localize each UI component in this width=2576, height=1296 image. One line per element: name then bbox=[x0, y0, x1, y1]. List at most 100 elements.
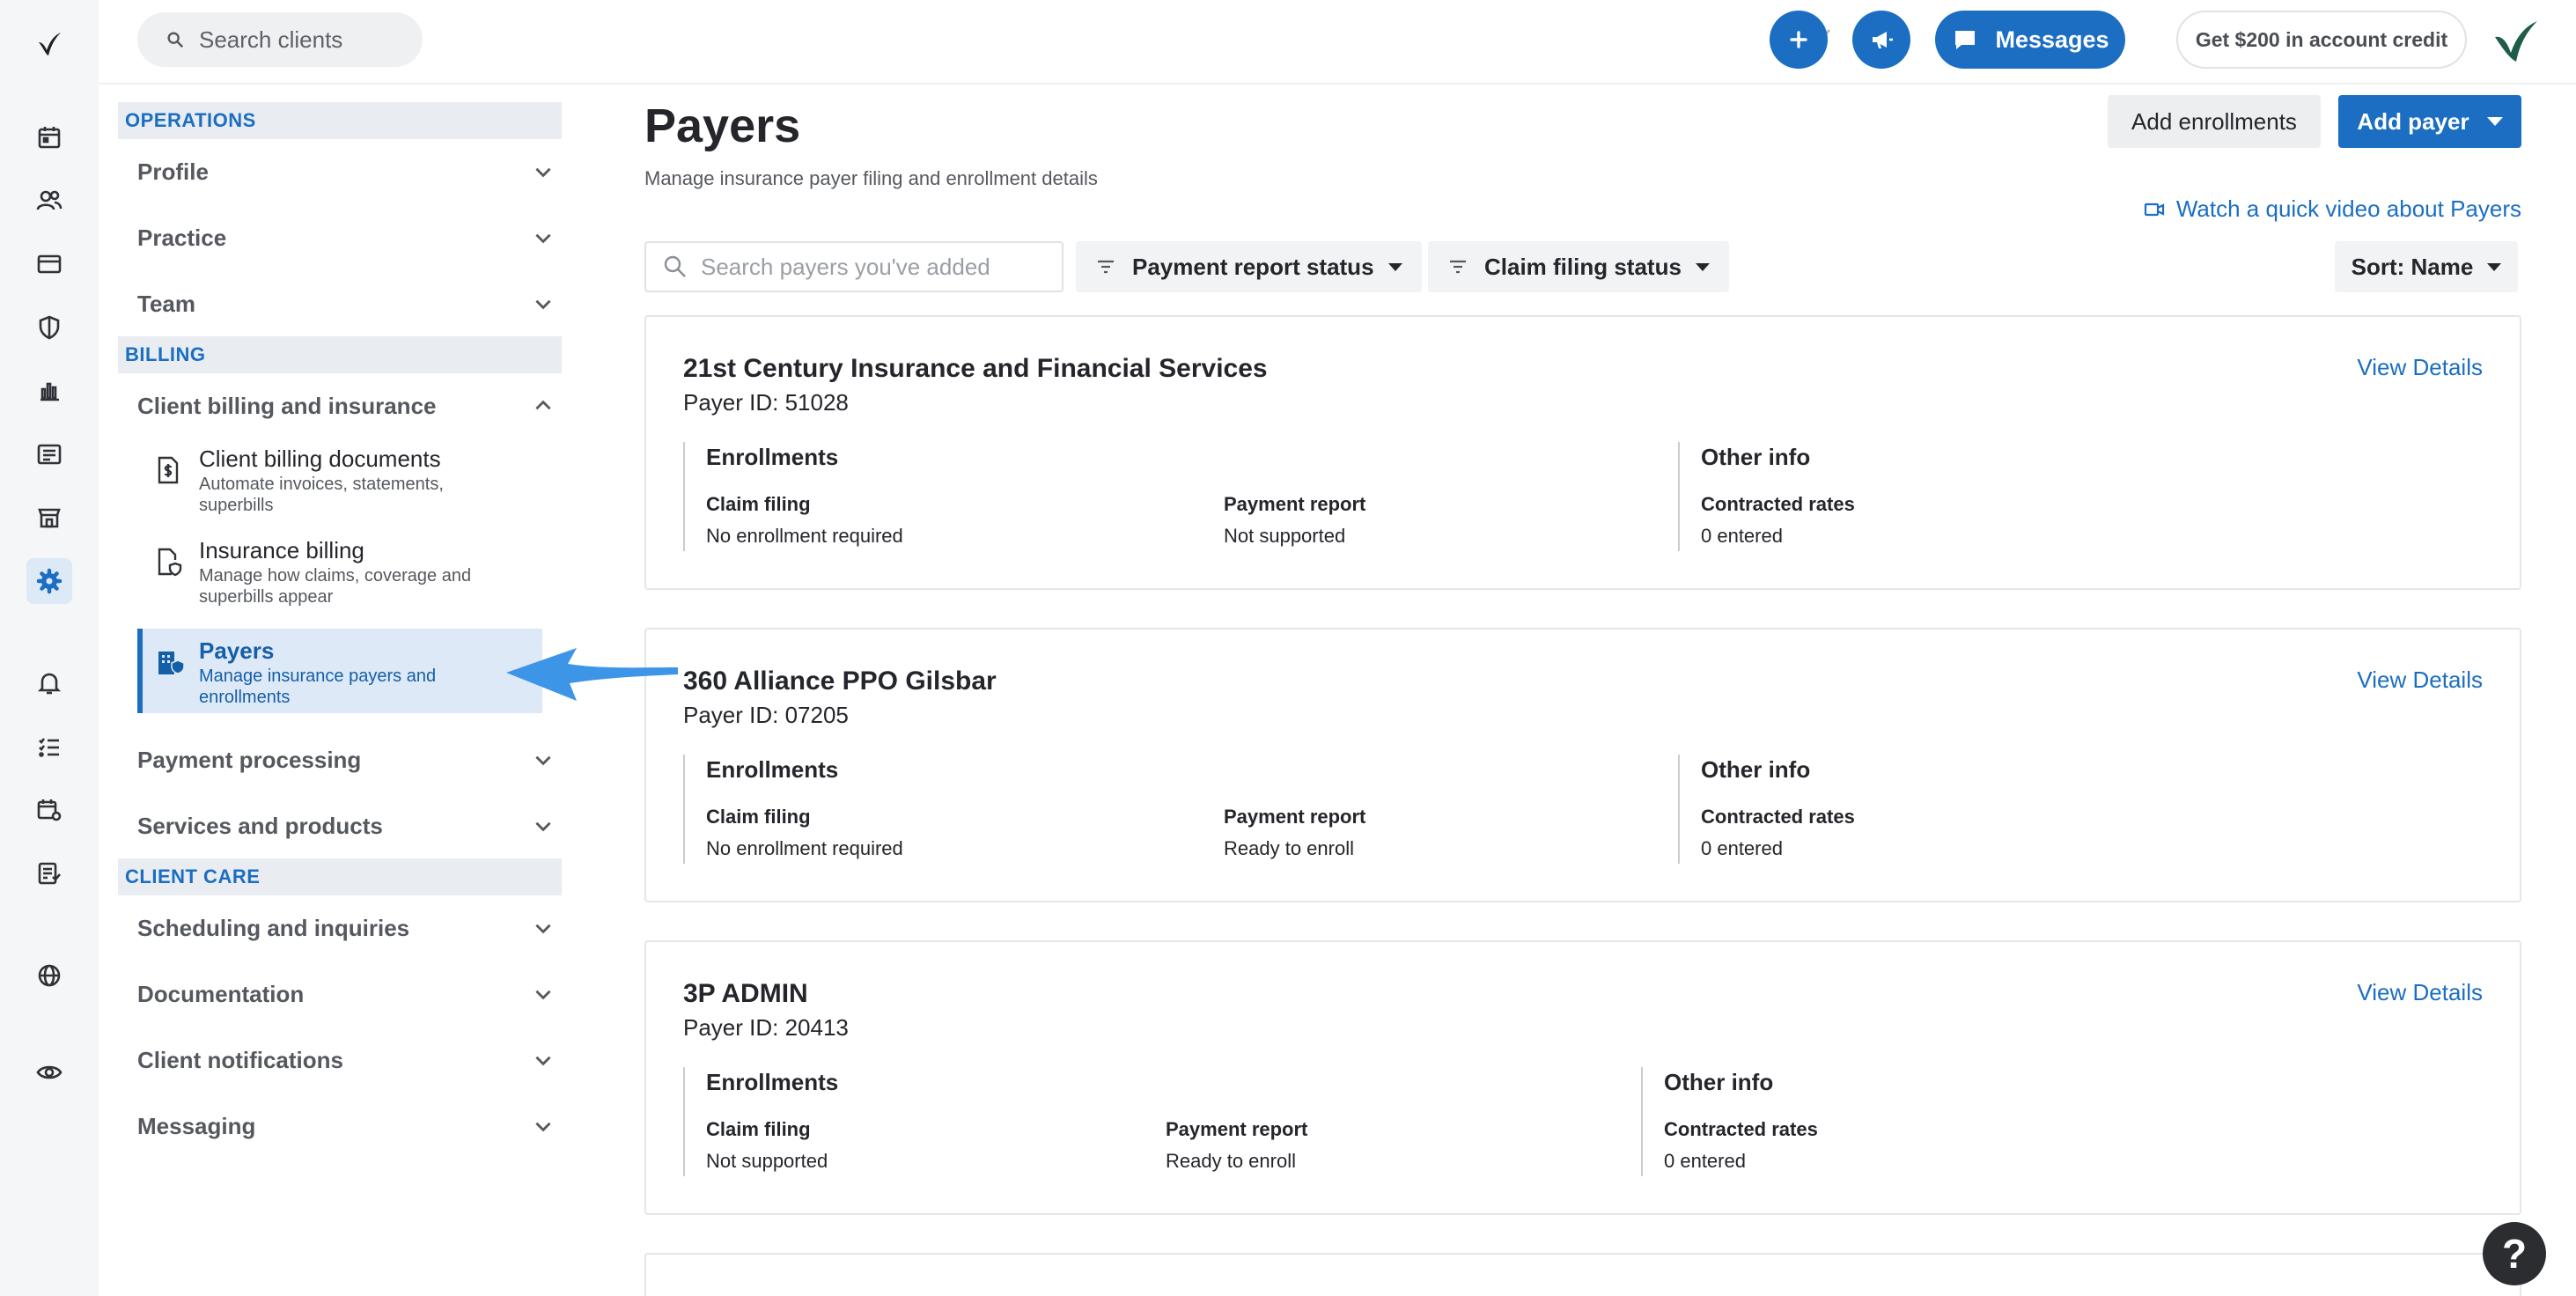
chevron-down-icon bbox=[535, 1122, 551, 1132]
filter-icon bbox=[1450, 260, 1466, 274]
enrollments-section: Enrollments Claim filing No enrollment r… bbox=[683, 755, 1669, 864]
payer-id: Payer ID: 07205 bbox=[683, 702, 849, 728]
announcements-button[interactable] bbox=[1852, 11, 1910, 69]
add-enrollments-button[interactable]: Add enrollments bbox=[2108, 95, 2321, 148]
filter-label: Claim filing status bbox=[1484, 253, 1682, 280]
documents-list-icon[interactable] bbox=[26, 431, 72, 477]
sidebar-item-client-notifications[interactable]: Client notifications bbox=[137, 1036, 555, 1084]
calendar-icon[interactable] bbox=[26, 114, 72, 160]
caret-down-icon bbox=[2486, 117, 2503, 126]
payer-card: 21st Century Insurance and Financial Ser… bbox=[644, 315, 2521, 590]
chat-bubble-icon bbox=[1955, 31, 1976, 49]
clients-icon[interactable] bbox=[26, 178, 72, 224]
messages-button[interactable]: Messages bbox=[1935, 11, 2125, 69]
contracted-rates-value: 0 entered bbox=[1664, 1150, 1746, 1172]
sidebar-item-team[interactable]: Team bbox=[137, 280, 555, 328]
eye-icon[interactable] bbox=[26, 1049, 72, 1095]
billing-card-icon[interactable] bbox=[26, 241, 72, 287]
payment-report-label: Payment report bbox=[1166, 1118, 1308, 1140]
shield-document-icon bbox=[158, 548, 182, 577]
other-info-section: Other info Contracted rates 0 entered bbox=[1641, 1067, 1818, 1176]
sidebar-item-messaging[interactable]: Messaging bbox=[137, 1102, 555, 1150]
marketplace-icon[interactable] bbox=[26, 495, 72, 541]
notifications-bell-icon[interactable] bbox=[26, 660, 72, 706]
payment-report-value: Ready to enroll bbox=[1224, 837, 1354, 859]
sort-dropdown[interactable]: Sort: Name bbox=[2335, 241, 2518, 292]
payer-id: Payer ID: 51028 bbox=[683, 389, 849, 416]
chevron-down-icon bbox=[535, 755, 551, 766]
enrollments-section: Enrollments Claim filing No enrollment r… bbox=[683, 442, 1669, 551]
practice-logo-icon[interactable] bbox=[2490, 16, 2541, 67]
claim-filing-label: Claim filing bbox=[706, 493, 811, 515]
insurance-shield-icon[interactable] bbox=[26, 305, 72, 350]
help-button[interactable]: ? bbox=[2483, 1222, 2546, 1285]
enrollments-section: Enrollments Claim filing Not supported P… bbox=[683, 1067, 1632, 1176]
other-info-title: Other info bbox=[1701, 756, 1811, 783]
claim-filing-value: No enrollment required bbox=[706, 525, 903, 547]
sidebar-item-scheduling-inquiries[interactable]: Scheduling and inquiries bbox=[137, 904, 555, 952]
client-search-placeholder: Search clients bbox=[199, 26, 343, 53]
chevron-down-icon bbox=[535, 924, 551, 934]
payment-report-value: Ready to enroll bbox=[1166, 1150, 1296, 1172]
payer-search-input[interactable]: Search payers you've added bbox=[644, 241, 1064, 292]
sidebar-subitem-insurance-billing[interactable]: Insurance billing Manage how claims, cov… bbox=[137, 535, 498, 608]
sub-item-description: Manage how claims, coverage and superbil… bbox=[199, 566, 472, 607]
sidebar-item-practice[interactable]: Practice bbox=[137, 214, 555, 261]
billing-heading: BILLING bbox=[118, 336, 562, 373]
sub-item-title: Client billing documents bbox=[199, 446, 441, 472]
analytics-icon[interactable] bbox=[26, 368, 72, 414]
sidebar-item-payment-processing[interactable]: Payment processing bbox=[137, 736, 555, 784]
reports-icon[interactable] bbox=[26, 850, 72, 896]
sidebar-item-documentation[interactable]: Documentation bbox=[137, 970, 555, 1018]
client-care-heading: CLIENT CARE bbox=[118, 858, 562, 895]
calendar-settings-icon[interactable] bbox=[26, 787, 72, 833]
settings-sidebar: OPERATIONS Profile Practice Team BILLING… bbox=[99, 85, 574, 1296]
claim-filing-status-filter[interactable]: Claim filing status bbox=[1428, 241, 1729, 292]
chevron-down-icon bbox=[535, 990, 551, 1000]
chevron-up-icon bbox=[535, 400, 551, 410]
globe-icon[interactable] bbox=[26, 953, 72, 998]
add-payer-button[interactable]: Add payer bbox=[2338, 95, 2521, 148]
claim-filing-label: Claim filing bbox=[706, 1118, 811, 1140]
sort-label: Sort: Name bbox=[2351, 253, 2474, 280]
sidebar-item-label: Client notifications bbox=[137, 1046, 343, 1073]
sidebar-item-client-billing-insurance[interactable]: Client billing and insurance bbox=[137, 382, 555, 430]
claim-filing-value: No enrollment required bbox=[706, 837, 903, 859]
account-credit-button[interactable]: Get $200 in account credit bbox=[2176, 11, 2467, 69]
operations-heading: OPERATIONS bbox=[118, 102, 562, 139]
view-details-link[interactable]: View Details bbox=[2357, 666, 2483, 694]
dollar-document-icon bbox=[158, 456, 179, 484]
caret-down-icon bbox=[1695, 262, 1710, 271]
payer-name: 21st Century Insurance and Financial Ser… bbox=[683, 354, 1268, 383]
other-info-title: Other info bbox=[1701, 444, 1811, 470]
payer-building-icon bbox=[158, 652, 185, 674]
chevron-down-icon bbox=[535, 821, 551, 832]
view-details-link[interactable]: View Details bbox=[2357, 354, 2483, 381]
top-bar: Search clients Messages Get $200 in acco… bbox=[99, 0, 2576, 85]
watch-video-link[interactable]: Watch a quick video about Payers bbox=[2143, 195, 2521, 223]
search-icon bbox=[664, 255, 686, 277]
view-details-link[interactable]: View Details bbox=[2357, 979, 2483, 1006]
sidebar-item-label: Scheduling and inquiries bbox=[137, 914, 410, 941]
sidebar-item-services-products[interactable]: Services and products bbox=[137, 802, 555, 850]
sidebar-subitem-payers[interactable]: Payers Manage insurance payers and enrol… bbox=[137, 629, 542, 713]
settings-gear-icon[interactable] bbox=[26, 558, 72, 604]
caret-down-icon bbox=[2487, 262, 2502, 271]
payment-report-label: Payment report bbox=[1224, 806, 1366, 828]
tasks-list-icon[interactable] bbox=[26, 724, 72, 770]
app-logo-icon[interactable] bbox=[26, 21, 72, 67]
page-title: Payers bbox=[644, 99, 801, 152]
payment-report-value: Not supported bbox=[1224, 525, 1346, 547]
sidebar-item-label: Team bbox=[137, 290, 195, 317]
filter-label: Payment report status bbox=[1132, 253, 1374, 280]
payment-report-status-filter[interactable]: Payment report status bbox=[1076, 241, 1422, 292]
create-new-button[interactable] bbox=[1770, 11, 1828, 69]
payer-id: Payer ID: 20413 bbox=[683, 1014, 849, 1041]
sidebar-item-profile[interactable]: Profile bbox=[137, 148, 555, 195]
payer-name: 360 Alliance PPO Gilsbar bbox=[683, 666, 997, 696]
client-search-input[interactable]: Search clients bbox=[137, 12, 423, 67]
sub-item-description: Automate invoices, statements, superbill… bbox=[199, 475, 444, 515]
main-content: Payers Manage insurance payer filing and… bbox=[574, 85, 2576, 1296]
sidebar-subitem-client-billing-documents[interactable]: Client billing documents Automate invoic… bbox=[137, 444, 498, 516]
enrollments-title: Enrollments bbox=[706, 756, 839, 783]
